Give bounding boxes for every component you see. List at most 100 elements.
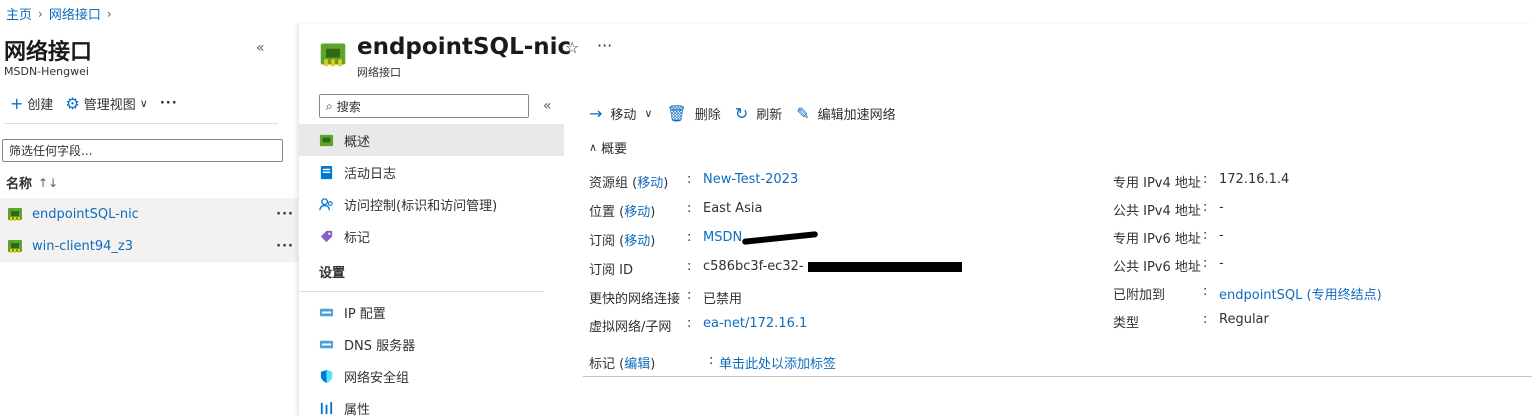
- redaction-mark: [742, 230, 819, 245]
- label-text: 资源组: [589, 176, 629, 191]
- menu-item-properties[interactable]: 属性: [299, 392, 564, 416]
- move-link[interactable]: 移动: [624, 205, 650, 220]
- essentials-row: 订阅 (移动) : MSDN: [589, 230, 819, 249]
- more-icon[interactable]: ···: [597, 36, 612, 55]
- accelerated-networking-label: 更快的网络连接: [589, 292, 681, 307]
- menu-item-label: 网络安全组: [344, 370, 410, 386]
- activity-log-icon: [320, 165, 333, 179]
- delete-button[interactable]: 🗑︎ 删除: [666, 104, 720, 123]
- colon: :: [687, 316, 692, 331]
- menu-item-overview[interactable]: 概述: [299, 124, 564, 156]
- attached-to-label: 已附加到: [1113, 288, 1166, 303]
- list-item[interactable]: endpointSQL-nic ···: [0, 198, 298, 230]
- resource-group-link[interactable]: New-Test-2023: [703, 172, 798, 191]
- essentials-toggle[interactable]: ∧ 概要: [589, 138, 627, 157]
- menu-item-label: IP 配置: [344, 306, 386, 322]
- label-text: 位置: [589, 205, 616, 220]
- list-item-name[interactable]: win-client94_z3: [32, 239, 133, 254]
- breadcrumb-network-interfaces[interactable]: 网络接口: [49, 4, 101, 23]
- colon: :: [687, 230, 692, 245]
- network-interface-icon: [7, 238, 23, 254]
- menu-item-label: DNS 服务器: [344, 338, 416, 354]
- menu-item-ip-config[interactable]: IP 配置: [299, 296, 564, 328]
- menu-item-label: 标记: [344, 230, 371, 246]
- vnet-subnet-link[interactable]: ea-net/172.16.1: [703, 316, 807, 335]
- left-toolbar: + 创建 ⚙ 管理视图 ∨ ···: [10, 94, 178, 113]
- resource-list: endpointSQL-nic ··· win-client94_z3 ···: [0, 198, 298, 262]
- create-label: 创建: [27, 98, 54, 113]
- directory-name: MSDN-Hengwei: [4, 65, 89, 78]
- search-input[interactable]: ⌕ 搜索: [319, 94, 529, 118]
- private-ipv4-value: 172.16.1.4: [1219, 172, 1290, 187]
- edit-tags-link[interactable]: 编辑: [624, 357, 650, 372]
- menu-item-access-control[interactable]: 访问控制(标识和访问管理): [299, 188, 564, 220]
- resource-menu: 概述 活动日志 访问控制(标识和访问管理) 标记 设置 IP 配置 DNS 服务…: [299, 124, 564, 416]
- search-placeholder: 搜索: [336, 99, 361, 114]
- more-icon[interactable]: ···: [276, 207, 294, 222]
- colon: :: [1203, 200, 1208, 215]
- page-title: 网络接口: [4, 40, 93, 65]
- refresh-button[interactable]: ↻ 刷新: [735, 104, 782, 123]
- type-value: Regular: [1219, 312, 1269, 327]
- edit-accelerated-networking-button[interactable]: ✎ 编辑加速网络: [796, 104, 895, 123]
- menu-item-tags[interactable]: 标记: [299, 220, 564, 252]
- collapse-icon[interactable]: «: [543, 98, 552, 114]
- more-button[interactable]: ···: [160, 96, 178, 111]
- move-button[interactable]: → 移动 ∨: [589, 104, 652, 123]
- tags-row: 标记 (编辑) : 单击此处以添加标签: [589, 353, 836, 372]
- collapse-icon[interactable]: «: [256, 40, 265, 56]
- essentials-label: 资源组 (移动): [589, 176, 669, 191]
- menu-item-label: 访问控制(标识和访问管理): [344, 198, 498, 214]
- subscription-id-value: c586bc3f-ec32-: [703, 259, 804, 274]
- essentials-label: 概要: [601, 142, 628, 157]
- move-link[interactable]: 移动: [624, 234, 650, 249]
- ip-config-icon: [319, 308, 334, 316]
- manage-view-button[interactable]: ⚙ 管理视图 ∨: [65, 94, 147, 113]
- column-header-name[interactable]: 名称 ↑↓: [6, 173, 58, 193]
- shield-icon: [320, 369, 333, 383]
- essentials-row: 已附加到 : endpointSQL (专用终结点): [1113, 284, 1382, 303]
- essentials-row: 公共 IPv6 地址 : -: [1113, 256, 1224, 275]
- add-tags-link[interactable]: 单击此处以添加标签: [719, 353, 836, 372]
- pencil-icon: ✎: [796, 104, 810, 123]
- location-value: East Asia: [703, 201, 763, 216]
- star-icon[interactable]: ☆: [565, 38, 579, 57]
- tags-label: 标记 (编辑): [589, 357, 656, 372]
- tag-icon: [320, 230, 333, 242]
- manage-view-label: 管理视图: [83, 98, 136, 113]
- create-button[interactable]: + 创建: [10, 94, 53, 113]
- essentials-row: 订阅 ID : c586bc3f-ec32-: [589, 259, 962, 278]
- chevron-right-icon: ›: [38, 6, 43, 21]
- menu-item-nsg[interactable]: 网络安全组: [299, 360, 564, 392]
- essentials-row: 位置 (移动) : East Asia: [589, 201, 762, 220]
- essentials-row: 资源组 (移动) : New-Test-2023: [589, 172, 798, 191]
- more-icon[interactable]: ···: [276, 239, 294, 254]
- essentials-row: 虚拟网络/子网 : ea-net/172.16.1: [589, 316, 807, 335]
- essentials-row: 公共 IPv4 地址 : -: [1113, 200, 1224, 219]
- resource-blade: endpointSQL-nic 网络接口 ☆ ··· ⌕ 搜索 « 概述 活动日…: [298, 24, 1532, 416]
- properties-icon: [320, 401, 333, 414]
- move-link[interactable]: 移动: [637, 176, 663, 191]
- private-ipv4-label: 专用 IPv4 地址: [1113, 176, 1201, 191]
- menu-item-dns[interactable]: DNS 服务器: [299, 328, 564, 360]
- list-item-name[interactable]: endpointSQL-nic: [32, 207, 139, 222]
- menu-item-activity-log[interactable]: 活动日志: [299, 156, 564, 188]
- accelerated-networking-value: 已禁用: [703, 292, 743, 307]
- attached-to-link[interactable]: endpointSQL (专用终结点): [1219, 284, 1382, 303]
- filter-input[interactable]: [2, 139, 283, 162]
- menu-item-label: 活动日志: [344, 166, 397, 182]
- chevron-down-icon: ∨: [139, 97, 148, 110]
- subscription-link[interactable]: MSDN: [703, 230, 742, 245]
- command-bar: → 移动 ∨ 🗑︎ 删除 ↻ 刷新 ✎ 编辑加速网络: [589, 104, 896, 123]
- column-name-label: 名称: [6, 177, 33, 192]
- colon: :: [687, 201, 692, 216]
- breadcrumb-home[interactable]: 主页: [6, 4, 32, 23]
- list-item[interactable]: win-client94_z3 ···: [0, 230, 298, 262]
- label-text: 标记: [589, 357, 616, 372]
- public-ipv4-value: -: [1219, 200, 1224, 215]
- network-interface-icon: [319, 134, 334, 146]
- subscription-id-value-wrap: c586bc3f-ec32-: [703, 259, 962, 278]
- subscription-value-wrap: MSDN: [703, 230, 819, 249]
- chevron-up-icon: ∧: [589, 141, 598, 154]
- refresh-label: 刷新: [756, 108, 783, 123]
